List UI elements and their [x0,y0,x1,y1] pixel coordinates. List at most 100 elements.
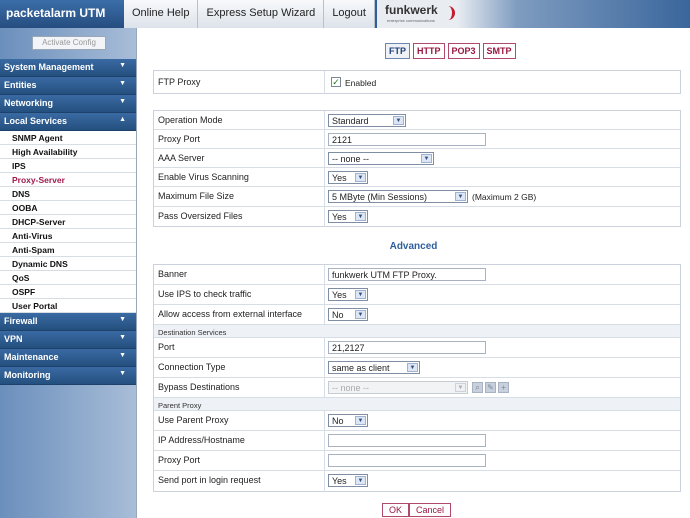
bypass-destinations-select[interactable]: -- none -- ▼ [328,381,468,394]
sidebar-item-ips[interactable]: IPS [0,159,136,173]
chevron-down-icon: ▼ [455,383,466,392]
virus-scanning-row: Enable Virus Scanning Yes ▼ [154,168,680,187]
max-file-size-select[interactable]: 5 MByte (Min Sessions) ▼ [328,190,468,203]
ftp-proxy-label: FTP Proxy [158,77,201,87]
sidebar-item-proxy-server[interactable]: Proxy-Server [0,173,136,187]
sidebar-group-local-services[interactable]: Local Services ▲ [0,113,136,131]
send-port-select[interactable]: Yes ▼ [328,474,368,487]
destination-services-header: Destination Services [154,325,680,338]
ftp-proxy-section: FTP Proxy ✓ Enabled [153,70,681,94]
advanced-section-title: Advanced [389,241,438,252]
sidebar-group-networking[interactable]: Networking ▼ [0,95,136,113]
tab-http[interactable]: HTTP [413,43,445,59]
use-ips-label: Use IPS to check traffic [158,289,252,299]
chevron-down-icon: ▼ [407,363,418,372]
sidebar-item-dhcp-server[interactable]: DHCP-Server [0,215,136,229]
tab-pop3[interactable]: POP3 [447,43,480,59]
send-port-label: Send port in login request [158,475,261,485]
use-parent-proxy-label: Use Parent Proxy [158,415,229,425]
max-file-size-label: Maximum File Size [158,191,235,201]
ip-hostname-label: IP Address/Hostname [158,435,245,445]
max-file-size-note: (Maximum 2 GB) [472,192,537,202]
chevron-down-icon: ▼ [421,154,432,163]
pass-oversized-select[interactable]: Yes ▼ [328,210,368,223]
virus-scanning-select[interactable]: Yes ▼ [328,171,368,184]
sidebar-item-dns[interactable]: DNS [0,187,136,201]
allow-external-select[interactable]: No ▼ [328,308,368,321]
chevron-down-icon: ▼ [455,192,466,201]
sidebar-item-ospf[interactable]: OSPF [0,285,136,299]
chevron-down-icon: ▼ [393,116,404,125]
pass-oversized-row: Pass Oversized Files Yes ▼ [154,207,680,227]
sidebar-item-high-availability[interactable]: High Availability [0,145,136,159]
aaa-server-select[interactable]: -- none -- ▼ [328,152,434,165]
sidebar-group-vpn[interactable]: VPN ▼ [0,331,136,349]
sidebar-item-anti-spam[interactable]: Anti-Spam [0,243,136,257]
aaa-server-row: AAA Server -- none -- ▼ [154,149,680,168]
chevron-down-icon: ▼ [355,290,366,299]
tab-ftp[interactable]: FTP [385,43,410,59]
send-port-row: Send port in login request Yes ▼ [154,471,680,492]
activate-config-button[interactable]: Activate Config [32,36,106,50]
sidebar-group-monitoring[interactable]: Monitoring ▼ [0,367,136,385]
top-bar: packetalarm UTM Online Help Express Setu… [0,0,690,28]
chevron-down-icon: ▼ [119,62,126,69]
chevron-down-icon: ▼ [355,476,366,485]
parent-proxy-port-row: Proxy Port [154,451,680,471]
allow-external-row: Allow access from external interface No ▼ [154,305,680,325]
chevron-down-icon: ▼ [355,212,366,221]
sidebar-item-ooba[interactable]: OOBA [0,201,136,215]
express-setup-wizard-link[interactable]: Express Setup Wizard [198,0,325,28]
cancel-button[interactable]: Cancel [409,503,452,517]
sidebar: Activate Config System Management ▼ Entit… [0,28,136,518]
use-ips-select[interactable]: Yes ▼ [328,288,368,301]
sidebar-item-dynamic-dns[interactable]: Dynamic DNS [0,257,136,271]
port-label: Port [158,342,175,352]
logo-text: funkwerk [385,3,438,17]
sidebar-group-maintenance[interactable]: Maintenance ▼ [0,349,136,367]
operation-mode-select[interactable]: Standard ▼ [328,114,406,127]
banner-input[interactable]: funkwerk UTM FTP Proxy. [328,268,486,281]
ip-hostname-input[interactable] [328,434,486,447]
proxy-port-input[interactable]: 2121 [328,133,486,146]
search-icon[interactable]: ⌕ [472,382,483,393]
sidebar-item-anti-virus[interactable]: Anti-Virus [0,229,136,243]
proxy-port-row: Proxy Port 2121 [154,130,680,149]
sidebar-group-firewall[interactable]: Firewall ▼ [0,313,136,331]
brand-title: packetalarm UTM [0,0,124,28]
edit-icon[interactable]: ✎ [485,382,496,393]
add-icon[interactable]: + [498,382,509,393]
banner-row: Banner funkwerk UTM FTP Proxy. [154,265,680,285]
bypass-destinations-label: Bypass Destinations [158,382,240,392]
connection-type-row: Connection Type same as client ▼ [154,358,680,378]
allow-external-label: Allow access from external interface [158,309,303,319]
bypass-destinations-row: Bypass Destinations -- none -- ▼ ⌕ ✎ + [154,378,680,398]
sidebar-group-entities[interactable]: Entities ▼ [0,77,136,95]
sidebar-group-system-management[interactable]: System Management ▼ [0,59,136,77]
proxy-port-label: Proxy Port [158,134,201,144]
sidebar-item-qos[interactable]: QoS [0,271,136,285]
ftp-proxy-enabled-label: Enabled [345,78,377,88]
ip-hostname-row: IP Address/Hostname [154,431,680,451]
ok-button[interactable]: OK [382,503,410,517]
port-input[interactable]: 21,2127 [328,341,486,354]
logo-subtitle: enterprise communications [387,18,435,23]
tab-smtp[interactable]: SMTP [482,43,516,59]
sidebar-item-snmp-agent[interactable]: SNMP Agent [0,131,136,145]
ftp-proxy-enabled-checkbox[interactable]: ✓ [331,77,341,87]
connection-type-select[interactable]: same as client ▼ [328,361,420,374]
operation-mode-label: Operation Mode [158,115,223,125]
virus-scanning-label: Enable Virus Scanning [158,172,249,182]
parent-proxy-port-input[interactable] [328,454,486,467]
chevron-down-icon: ▼ [119,352,126,359]
sidebar-item-user-portal[interactable]: User Portal [0,299,136,313]
chevron-up-icon: ▲ [119,116,126,123]
chevron-down-icon: ▼ [355,310,366,319]
ftp-proxy-row: FTP Proxy ✓ Enabled [154,71,680,94]
logout-link[interactable]: Logout [324,0,375,28]
parent-proxy-header: Parent Proxy [154,398,680,411]
online-help-link[interactable]: Online Help [124,0,199,28]
use-parent-proxy-select[interactable]: No ▼ [328,414,368,427]
main-content: FTP HTTP POP3 SMTP FTP Proxy ✓ Enabled O… [136,28,690,518]
connection-type-label: Connection Type [158,362,226,372]
